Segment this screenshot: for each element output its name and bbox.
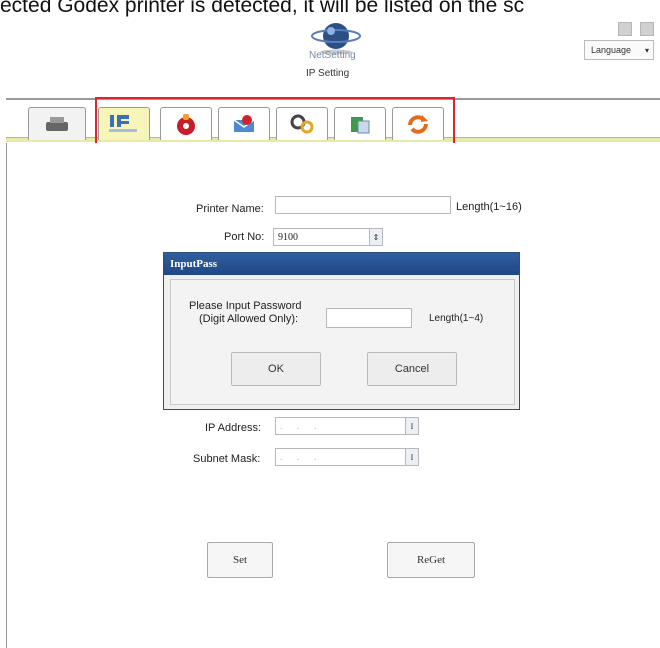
- printer-name-hint: Length(1~16): [456, 201, 522, 213]
- language-select-value: Language: [591, 45, 632, 55]
- printer-icon: [46, 117, 68, 131]
- ip-address-picker-icon[interactable]: I: [405, 418, 418, 434]
- password-prompt-line2: (Digit Allowed Only):: [199, 313, 299, 325]
- subnet-mask-value: . . .: [280, 451, 323, 463]
- password-input[interactable]: [326, 308, 412, 328]
- dialog-body: Please Input Password (Digit Allowed Onl…: [170, 279, 515, 405]
- reget-button[interactable]: ReGet: [387, 542, 475, 578]
- port-stepper-icon[interactable]: ⇕: [369, 229, 382, 245]
- close-button[interactable]: [640, 22, 654, 36]
- password-length-hint: Length(1~4): [429, 313, 484, 324]
- set-button[interactable]: Set: [207, 542, 273, 578]
- app-header: NetSetting IP Setting Language ▾: [6, 22, 660, 98]
- ip-address-value: . . .: [280, 420, 323, 432]
- port-label: Port No:: [224, 231, 265, 243]
- language-select[interactable]: Language ▾: [584, 40, 654, 60]
- chevron-down-icon: ▾: [644, 45, 649, 55]
- printer-name-label: Printer Name:: [196, 203, 264, 215]
- minimize-button[interactable]: [618, 22, 632, 36]
- dialog-title: InputPass: [164, 253, 519, 275]
- subnet-mask-picker-icon[interactable]: I: [405, 449, 418, 465]
- input-password-dialog: InputPass Please Input Password (Digit A…: [163, 252, 520, 410]
- subnet-mask-input[interactable]: . . . I: [275, 448, 419, 466]
- page-title: IP Setting: [306, 68, 350, 79]
- ip-address-input[interactable]: . . . I: [275, 417, 419, 435]
- password-prompt-line1: Please Input Password: [189, 300, 302, 312]
- port-value: 9100: [278, 231, 298, 243]
- logo-text: NetSetting: [309, 50, 356, 61]
- printer-name-input[interactable]: [275, 196, 451, 214]
- ok-button[interactable]: OK: [231, 352, 321, 386]
- ip-address-label: IP Address:: [205, 422, 262, 434]
- tab-printer[interactable]: [28, 107, 86, 140]
- subnet-mask-label: Subnet Mask:: [193, 453, 261, 465]
- port-input[interactable]: 9100 ⇕: [273, 228, 383, 246]
- tab-highlight-box: [95, 97, 455, 146]
- cancel-button[interactable]: Cancel: [367, 352, 457, 386]
- window-controls: [618, 22, 654, 36]
